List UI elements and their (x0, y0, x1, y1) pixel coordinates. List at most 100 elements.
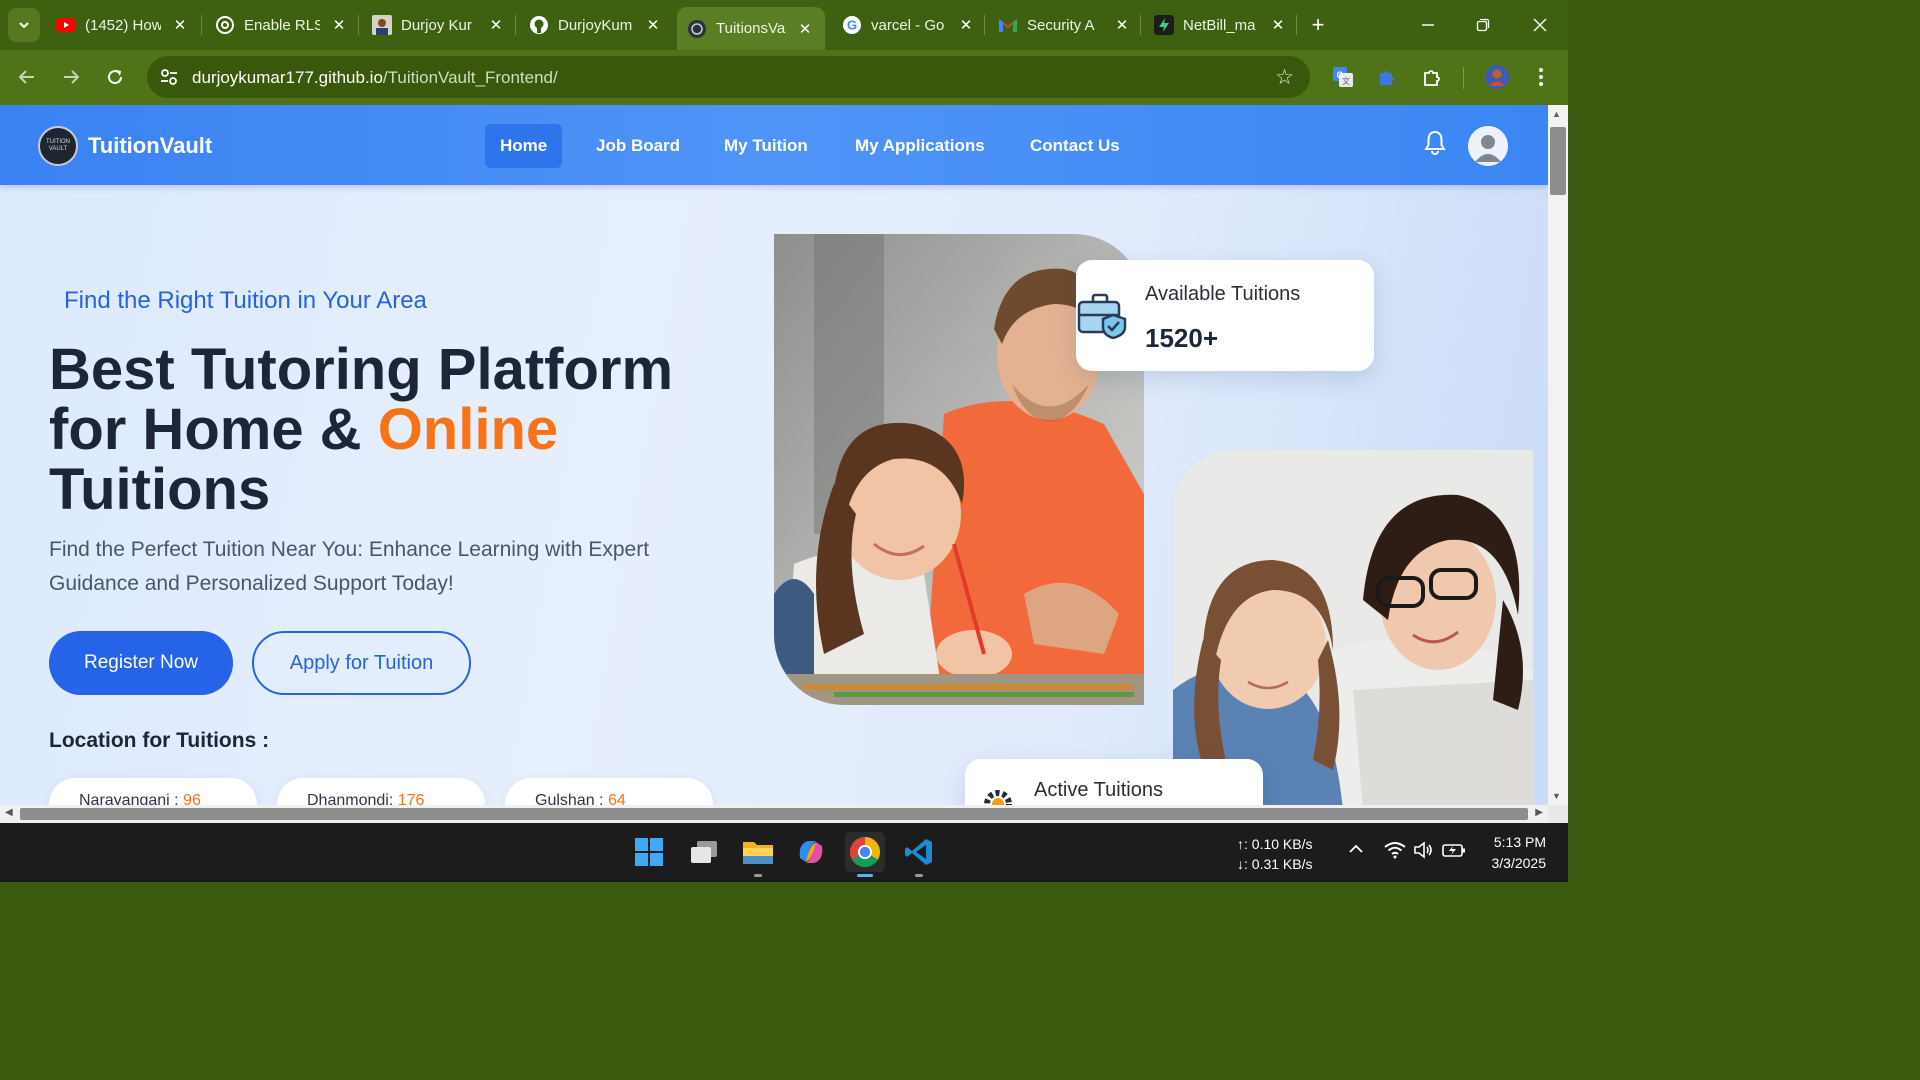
battery-icon[interactable] (1442, 841, 1466, 864)
tab-title: DurjoyKum (558, 16, 633, 34)
browser-tab[interactable]: NetBill_ma ✕ (1154, 7, 1287, 43)
hero-title-highlight: Online (377, 397, 559, 462)
wifi-icon[interactable] (1384, 841, 1406, 864)
url-path: /TuitionVault_Frontend/ (382, 68, 558, 87)
system-clock[interactable]: 5:13 PM 3/3/2025 (1480, 832, 1547, 874)
apply-for-tuition-button[interactable]: Apply for Tuition (252, 631, 471, 695)
register-now-button[interactable]: Register Now (49, 631, 233, 695)
locations-heading: Location for Tuitions : (49, 729, 270, 752)
volume-icon[interactable] (1413, 841, 1433, 864)
forward-button[interactable] (57, 63, 85, 91)
back-button[interactable] (13, 63, 41, 91)
nav-home[interactable]: Home (485, 124, 563, 168)
google-icon: G (842, 15, 862, 35)
chrome-button[interactable] (845, 832, 885, 877)
close-tab-icon[interactable]: ✕ (330, 16, 348, 34)
clock-date: 3/3/2025 (1491, 855, 1547, 871)
logo-text: TUITION VAULT (46, 139, 70, 152)
close-icon (1533, 18, 1547, 32)
browser-tab[interactable]: Durjoy Kur ✕ (372, 7, 505, 43)
github-icon (529, 15, 549, 35)
nav-my-applications[interactable]: My Applications (840, 124, 1000, 168)
nav-my-tuition[interactable]: My Tuition (709, 124, 823, 168)
minimize-button[interactable] (1408, 10, 1448, 40)
vertical-scroll-thumb[interactable] (1550, 127, 1566, 195)
browser-tab[interactable]: Security A ✕ (998, 7, 1131, 43)
browser-tab[interactable]: (1452) How ✕ (56, 7, 189, 43)
tab-title: Durjoy Kur (401, 16, 472, 34)
browser-toolbar: durjoykumar177.github.io/TuitionVault_Fr… (0, 50, 1568, 105)
url-host: durjoykumar177.github.io (192, 68, 383, 87)
location-chip[interactable]: Dhanmondi: 176 (277, 778, 485, 805)
youtube-icon (56, 15, 76, 35)
horizontal-scrollbar[interactable]: ◀ ▶ (0, 805, 1548, 823)
task-view-icon (691, 841, 717, 863)
extensions-menu-icon[interactable] (1418, 63, 1446, 91)
site-logo[interactable]: TUITION VAULT (38, 126, 78, 166)
google-translate-icon[interactable]: G文 (1329, 63, 1357, 91)
site-settings-icon[interactable] (159, 67, 179, 87)
restore-button[interactable] (1463, 10, 1503, 40)
gmail-icon (998, 15, 1018, 35)
extension-puzzle-icon[interactable] (1373, 63, 1401, 91)
close-tab-icon[interactable]: ✕ (1113, 16, 1131, 34)
user-icon (1468, 126, 1508, 166)
briefcase-shield-icon (1077, 293, 1127, 339)
brand-name[interactable]: TuitionVault (88, 133, 212, 159)
bell-icon[interactable] (1421, 129, 1449, 157)
tab-title: NetBill_ma (1183, 16, 1256, 34)
tab-title: TuitionsVau (716, 20, 786, 37)
start-button[interactable] (629, 832, 669, 872)
active-tuitions-card: Active Tuitions (965, 759, 1263, 805)
vscode-icon (905, 839, 932, 865)
nav-contact-us[interactable]: Contact Us (1015, 124, 1135, 168)
reload-icon (108, 70, 123, 85)
vscode-button[interactable] (899, 832, 939, 877)
windows-logo-icon (635, 838, 663, 866)
restore-icon (1476, 18, 1490, 32)
profile-avatar-icon[interactable] (1483, 63, 1511, 91)
upload-speed: ↑: 0.10 KB/s (1237, 836, 1313, 852)
close-tab-icon[interactable]: ✕ (487, 16, 505, 34)
folder-icon (743, 842, 773, 864)
available-tuitions-value: 1520+ (1145, 323, 1219, 353)
nav-job-board[interactable]: Job Board (581, 124, 695, 168)
address-bar[interactable]: durjoykumar177.github.io/TuitionVault_Fr… (147, 56, 1310, 98)
tab-title: Security A (1027, 16, 1095, 34)
copilot-button[interactable] (791, 832, 831, 872)
site-logo-icon (687, 19, 707, 39)
tab-search-button[interactable] (8, 8, 40, 42)
browser-menu-icon[interactable] (1527, 63, 1555, 91)
location-chip[interactable]: Gulshan : 64 (505, 778, 713, 805)
minimize-icon (1422, 24, 1434, 26)
close-tab-icon[interactable]: ✕ (796, 20, 814, 38)
active-tuitions-label: Active Tuitions (1034, 779, 1163, 801)
close-window-button[interactable] (1520, 10, 1560, 40)
tab-title: Enable RLS (244, 16, 320, 34)
tab-title: varcel - Go (871, 16, 945, 34)
svg-text:文: 文 (1342, 76, 1350, 86)
task-view-button[interactable] (684, 832, 724, 872)
browser-tab[interactable]: DurjoyKum ✕ (529, 7, 662, 43)
vertical-scrollbar[interactable]: ▲ ▼ (1548, 105, 1568, 805)
reload-button[interactable] (101, 63, 129, 91)
browser-tab[interactable]: G varcel - Go ✕ (842, 7, 975, 43)
copilot-icon (799, 841, 823, 863)
user-avatar[interactable] (1468, 126, 1508, 166)
close-tab-icon[interactable]: ✕ (644, 16, 662, 34)
url-text[interactable]: durjoykumar177.github.io/TuitionVault_Fr… (192, 68, 558, 88)
chevron-up-icon[interactable] (1348, 841, 1364, 859)
file-explorer-button[interactable] (738, 832, 778, 877)
horizontal-scroll-thumb[interactable] (20, 808, 1528, 820)
browser-tab[interactable]: Enable RLS ✕ (215, 7, 348, 43)
hero-title: Best Tutoring Platform for Home & Online… (49, 340, 749, 520)
browser-tab-strip: (1452) How ✕ Enable RLS ✕ Durjoy Kur ✕ D… (0, 0, 1568, 50)
available-tuitions-card: Available Tuitions 1520+ (1076, 260, 1374, 371)
new-tab-button[interactable]: + (1305, 12, 1331, 38)
close-tab-icon[interactable]: ✕ (171, 16, 189, 34)
close-tab-icon[interactable]: ✕ (1269, 16, 1287, 34)
close-tab-icon[interactable]: ✕ (957, 16, 975, 34)
bookmark-star-icon[interactable]: ☆ (1275, 65, 1294, 90)
location-chip[interactable]: Narayanganj : 96 (49, 778, 257, 805)
browser-tab-active[interactable]: TuitionsVau ✕ (677, 7, 825, 50)
